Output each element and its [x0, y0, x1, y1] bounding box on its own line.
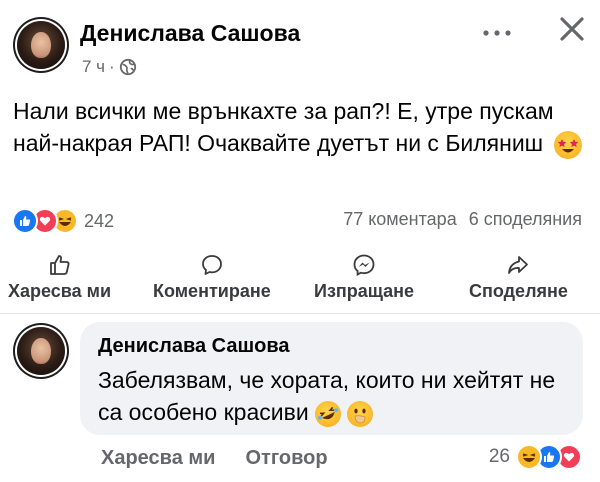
messenger-icon — [353, 254, 375, 277]
post-stats: 77 коментара 6 споделяния — [343, 209, 582, 230]
close-icon — [560, 17, 584, 41]
comment-text: Забелязвам, че хората, които ни хейтят н… — [98, 364, 578, 432]
globe-icon — [119, 58, 136, 76]
comment-actions: Харесва ми Отговор — [101, 447, 328, 470]
like-button[interactable]: Харесва ми — [8, 253, 111, 302]
share-button-label: Споделяне — [469, 281, 568, 301]
close-button[interactable] — [557, 14, 587, 44]
meta-separator: · — [109, 57, 115, 76]
haha-reaction-icon — [516, 444, 542, 470]
rofl-emoji — [310, 396, 346, 432]
post-reactions[interactable]: 242 — [12, 208, 114, 234]
avatar-face — [31, 337, 51, 365]
post-text: Нали всички ме врънкахте за рап?! Е, утр… — [13, 95, 588, 159]
comment-author-name[interactable]: Денислава Сашова — [98, 335, 290, 358]
comment-like-button[interactable]: Харесва ми — [101, 447, 215, 470]
hand-over-mouth-emoji — [347, 400, 374, 427]
post-time[interactable]: 7 ч — [82, 57, 105, 77]
share-button[interactable]: Споделяне — [469, 253, 568, 302]
post-body: Нали всички ме врънкахте за рап?! Е, утр… — [13, 98, 554, 156]
send-button-label: Изпращане — [314, 281, 415, 301]
post-author-name[interactable]: Денислава Сашова — [80, 20, 300, 47]
comment-button-label: Коментиране — [153, 281, 271, 301]
like-icon — [49, 255, 70, 275]
share-icon — [508, 256, 529, 274]
more-icon — [483, 30, 511, 36]
send-button[interactable]: Изпращане — [314, 253, 414, 302]
like-button-label: Харесва ми — [8, 281, 112, 301]
post-author-avatar[interactable] — [17, 21, 65, 69]
comments-count[interactable]: 77 коментара — [343, 209, 457, 230]
comment-reactions[interactable]: 26 — [489, 444, 582, 470]
comment-reply-button[interactable]: Отговор — [245, 447, 327, 470]
section-divider — [0, 313, 600, 314]
like-reaction-icon — [12, 208, 38, 234]
avatar-face — [31, 31, 51, 59]
comment-button[interactable]: Коментиране — [153, 253, 271, 302]
post-meta: 7 ч · — [82, 57, 137, 77]
more-options-button[interactable] — [482, 14, 512, 45]
reaction-count: 242 — [84, 210, 115, 231]
star-struck-emoji — [553, 130, 582, 159]
shares-count[interactable]: 6 споделяния — [469, 209, 582, 230]
comment-author-avatar[interactable] — [17, 327, 65, 375]
comment-icon — [201, 255, 222, 275]
comment-reaction-count: 26 — [488, 446, 510, 467]
